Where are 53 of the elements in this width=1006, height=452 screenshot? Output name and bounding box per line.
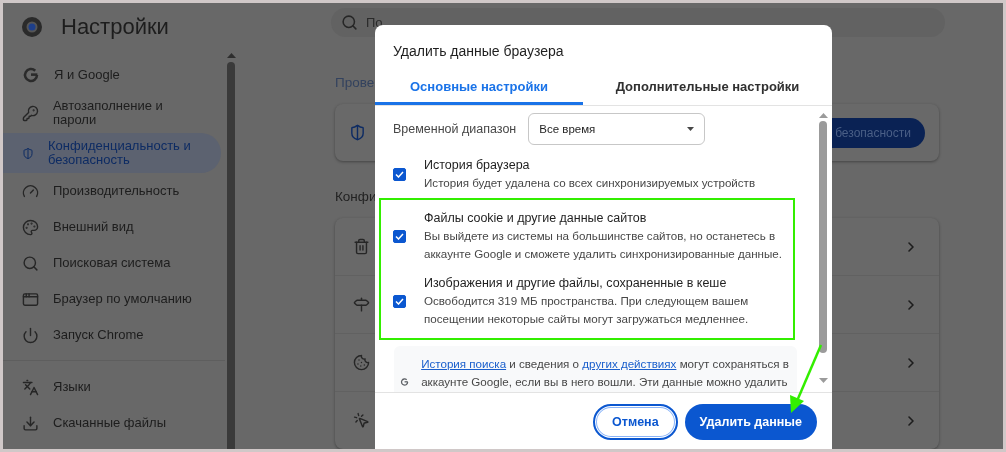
delete-data-button[interactable]: Удалить данные — [684, 404, 817, 440]
trash-icon — [353, 238, 370, 255]
time-range-select[interactable]: Все время — [528, 113, 706, 145]
cookie-icon — [353, 354, 370, 371]
power-icon — [22, 326, 39, 344]
shield-icon — [349, 124, 366, 141]
dialog-title: Удалить данные браузера — [392, 42, 565, 61]
translate-icon — [22, 378, 39, 396]
checkbox[interactable] — [393, 168, 406, 182]
sidebar-item[interactable]: Производительность — [3, 173, 221, 209]
sidebar-item[interactable]: Внешний вид — [3, 209, 221, 245]
scrollbar-thumb[interactable] — [227, 62, 235, 449]
link[interactable]: История поиска — [421, 357, 507, 371]
option-description: Освободится 319 МБ пространства. При следующем вашем посещении некоторые сайты могут загружаться медленнее. — [424, 293, 750, 328]
download-icon — [22, 414, 39, 432]
time-range-label: Временной диапазон — [393, 122, 517, 136]
tab[interactable]: Основные настройки — [375, 71, 583, 105]
scrollbar-thumb[interactable] — [819, 121, 827, 353]
caret-icon — [687, 127, 695, 131]
link[interactable]: других действиях — [582, 357, 677, 371]
option-title: Файлы cookie и другие данные сайтов — [424, 210, 648, 227]
scroll-up-icon[interactable] — [226, 53, 236, 58]
option-description: История будет удалена со всех синхронизируемых устройств — [424, 175, 757, 192]
sidebar-item[interactable]: Конфиденциальность и безопасность — [3, 133, 221, 173]
option-title: История браузера — [424, 157, 531, 174]
scroll-down-icon[interactable] — [818, 378, 828, 383]
palette-icon — [22, 218, 39, 236]
browser-logo-icon — [21, 16, 43, 38]
signpost-icon — [353, 296, 370, 313]
cancel-button[interactable]: Отмена — [593, 404, 678, 440]
pointer-click-icon — [353, 412, 370, 429]
option-title: Изображения и другие файлы, сохраненные в кеше — [424, 275, 728, 292]
search-icon — [341, 14, 358, 31]
sidebar-item[interactable]: Автозаполнение и пароли — [3, 93, 221, 133]
key-icon — [22, 104, 39, 122]
sidebar-item[interactable]: Запуск Chrome — [3, 317, 221, 353]
checkbox[interactable] — [393, 230, 406, 244]
page-title: Настройки — [61, 14, 169, 40]
window-icon — [22, 290, 39, 308]
annotation-arrow — [790, 344, 823, 413]
sidebar-item[interactable]: Поисковая система — [3, 245, 221, 281]
search-icon — [22, 254, 39, 272]
search-placeholder: По — [366, 15, 383, 30]
info-text: История поиска и сведения о других действиях могут сохраняться в аккаунте Google, если вы в него вошли. Эти данные можно удалить — [421, 356, 791, 391]
g-logo-icon — [22, 66, 40, 84]
sidebar-item[interactable]: Скачанные файлы — [3, 405, 221, 441]
option-description: Вы выйдете из системы на большинстве сайтов, но останетесь в аккаунте Google и сможете удалить синхронизированные данные. — [424, 228, 783, 263]
gauge-icon — [22, 182, 39, 200]
checkbox[interactable] — [393, 295, 406, 309]
sidebar-item[interactable]: Языки — [3, 369, 221, 405]
sidebar-item[interactable]: Браузер по умолчанию — [3, 281, 221, 317]
sidebar-item[interactable]: Я и Google — [3, 57, 221, 93]
tab[interactable]: Дополнительные настройки — [583, 71, 832, 105]
